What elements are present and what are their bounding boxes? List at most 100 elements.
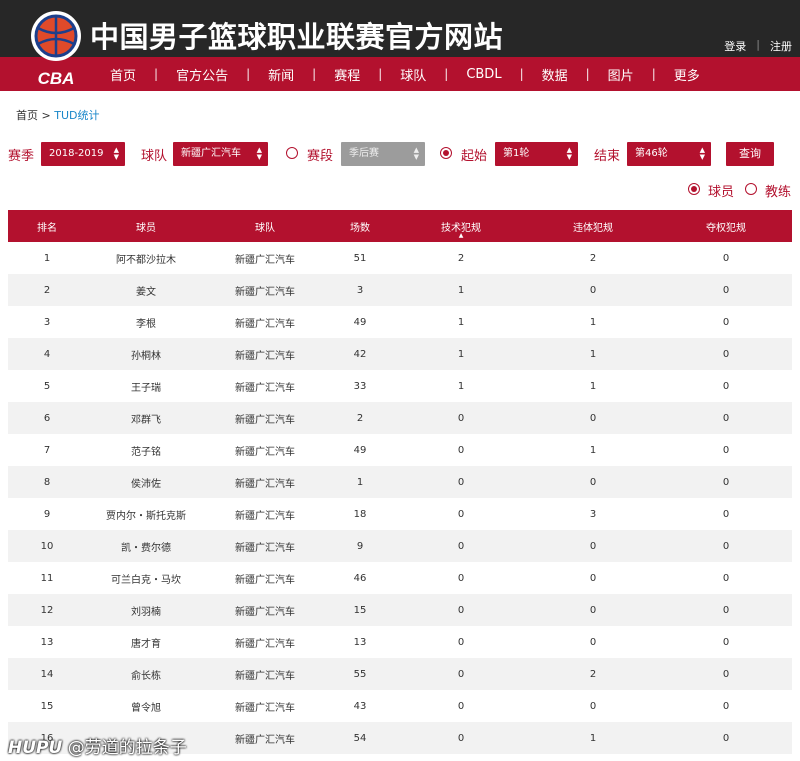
table-cell[interactable]: 可兰白克・马坎: [86, 562, 206, 594]
table-cell: 2: [589, 252, 597, 264]
select-arrows-icon: ▲ ▼: [256, 146, 262, 161]
table-cell: 43: [353, 700, 367, 712]
table-row: 13 唐才育 新疆广汇汽车 13 0 0 0: [8, 626, 792, 658]
coach-radio[interactable]: [745, 183, 757, 195]
table-cell: 0: [526, 402, 660, 434]
stage-value: 季后赛: [349, 148, 379, 159]
table-cell: 0: [660, 274, 792, 306]
table-cell: 51: [353, 252, 367, 264]
table-cell: 11: [40, 572, 54, 584]
table-cell[interactable]: 李根: [86, 306, 206, 338]
table-cell: 0: [457, 572, 465, 584]
table-cell: 新疆广汇汽车: [235, 574, 295, 586]
breadcrumb-home[interactable]: 首页: [16, 109, 38, 122]
table-row: 8 侯沛佐 新疆广汇汽车 1 0 0 0: [8, 466, 792, 498]
table-cell: 0: [526, 594, 660, 626]
auth-separator: |: [756, 38, 760, 51]
player-radio[interactable]: [688, 183, 700, 195]
table-cell: 0: [526, 274, 660, 306]
table-cell[interactable]: 唐才育: [86, 626, 206, 658]
watermark-brand: HUPU: [8, 738, 63, 758]
column-header-label: 球队: [255, 222, 275, 234]
query-button[interactable]: 查询: [726, 142, 774, 166]
table-cell: 13: [40, 636, 54, 648]
table-cell: 0: [722, 252, 730, 264]
nav-item[interactable]: 赛程: [316, 65, 378, 84]
table-cell: 0: [396, 594, 526, 626]
table-cell: 14: [8, 658, 86, 690]
table-cell: 9: [324, 530, 396, 562]
table-cell: 新疆广汇汽车: [235, 638, 295, 650]
nav-item[interactable]: CBDL: [448, 67, 519, 82]
column-header[interactable]: 球员: [86, 210, 206, 242]
table-row: 2 姜文 新疆广汇汽车 3 1 0 0: [8, 274, 792, 306]
table-cell[interactable]: 王子瑞: [86, 370, 206, 402]
breadcrumb-current[interactable]: TUD统计: [54, 109, 99, 122]
table-cell[interactable]: 范子铭: [86, 434, 206, 466]
table-cell[interactable]: 贾内尔・斯托克斯: [86, 498, 206, 530]
end-value: 第46轮: [635, 148, 668, 159]
table-cell: 10: [8, 530, 86, 562]
table-cell: 1: [43, 252, 51, 264]
column-header[interactable]: 技术犯规 ▲: [396, 210, 526, 242]
table-cell[interactable]: 侯沛佐: [86, 466, 206, 498]
table-cell: 0: [722, 380, 730, 392]
nav-item[interactable]: 图片: [590, 65, 652, 84]
table-cell: 0: [589, 636, 597, 648]
table-cell: 12: [8, 594, 86, 626]
table-cell[interactable]: 凯・费尔德: [86, 530, 206, 562]
table-cell[interactable]: 曾令旭: [86, 690, 206, 722]
nav-items: 首页 | 官方公告 | 新闻 | 赛程 | 球队 | CBDL | 数据 | 图片 | 更多: [92, 57, 790, 91]
table-cell[interactable]: 姜文: [86, 274, 206, 306]
cba-logo[interactable]: CBA: [24, 8, 88, 90]
nav-item[interactable]: 新闻: [250, 65, 312, 84]
table-row: 4 孙桐林 新疆广汇汽车 42 1 1 0: [8, 338, 792, 370]
table-cell: 新疆广汇汽车: [206, 594, 324, 626]
nav-item[interactable]: 官方公告: [158, 65, 246, 84]
start-radio[interactable]: [440, 147, 452, 159]
column-header[interactable]: 场数: [324, 210, 396, 242]
table-cell: 2: [8, 274, 86, 306]
stage-radio[interactable]: [286, 147, 298, 159]
table-row: 6 邓群飞 新疆广汇汽车 2 0 0 0: [8, 402, 792, 434]
table-cell[interactable]: 阿不都沙拉木: [86, 242, 206, 274]
column-header[interactable]: 夺权犯规: [660, 210, 792, 242]
table-cell: 0: [660, 402, 792, 434]
table-cell: 0: [722, 636, 730, 648]
nav-item[interactable]: 更多: [656, 65, 718, 84]
nav-item[interactable]: 球队: [382, 65, 444, 84]
table-cell: 0: [526, 530, 660, 562]
season-value: 2018-2019: [49, 148, 104, 159]
table-cell: 55: [324, 658, 396, 690]
column-header[interactable]: 球队: [206, 210, 324, 242]
watermark: HUPU @劳道的拉条子: [8, 733, 187, 758]
stage-select[interactable]: 季后赛 ▲ ▼: [341, 142, 425, 166]
table-row: 12 刘羽楠 新疆广汇汽车 15 0 0 0: [8, 594, 792, 626]
register-link[interactable]: 注册: [770, 38, 792, 54]
nav-separator: |: [519, 67, 524, 81]
table-cell: 0: [396, 530, 526, 562]
table-cell: 新疆广汇汽车: [206, 274, 324, 306]
table-cell: 0: [526, 466, 660, 498]
table-cell: 新疆广汇汽车: [206, 466, 324, 498]
nav-item[interactable]: 数据: [524, 65, 586, 84]
end-round-select[interactable]: 第46轮 ▲ ▼: [627, 142, 711, 166]
table-cell[interactable]: 孙桐林: [86, 338, 206, 370]
column-header-label: 排名: [37, 222, 57, 234]
season-select[interactable]: 2018-2019 ▲ ▼: [41, 142, 125, 166]
table-cell: 0: [457, 636, 465, 648]
column-header[interactable]: 违体犯规: [526, 210, 660, 242]
column-header[interactable]: 排名: [8, 210, 86, 242]
table-cell: 18: [353, 508, 367, 520]
table-cell[interactable]: 邓群飞: [86, 402, 206, 434]
table-cell: 13: [353, 636, 367, 648]
team-select[interactable]: 新疆广汇汽车 ▲ ▼: [173, 142, 268, 166]
nav-item[interactable]: 首页: [92, 65, 154, 84]
table-cell: 2: [324, 402, 396, 434]
table-cell[interactable]: 刘羽楠: [86, 594, 206, 626]
table-cell[interactable]: 俞长栋: [86, 658, 206, 690]
table-cell: 0: [660, 594, 792, 626]
login-link[interactable]: 登录: [724, 38, 746, 54]
column-header-label: 违体犯规: [573, 222, 613, 234]
start-round-select[interactable]: 第1轮 ▲ ▼: [495, 142, 578, 166]
